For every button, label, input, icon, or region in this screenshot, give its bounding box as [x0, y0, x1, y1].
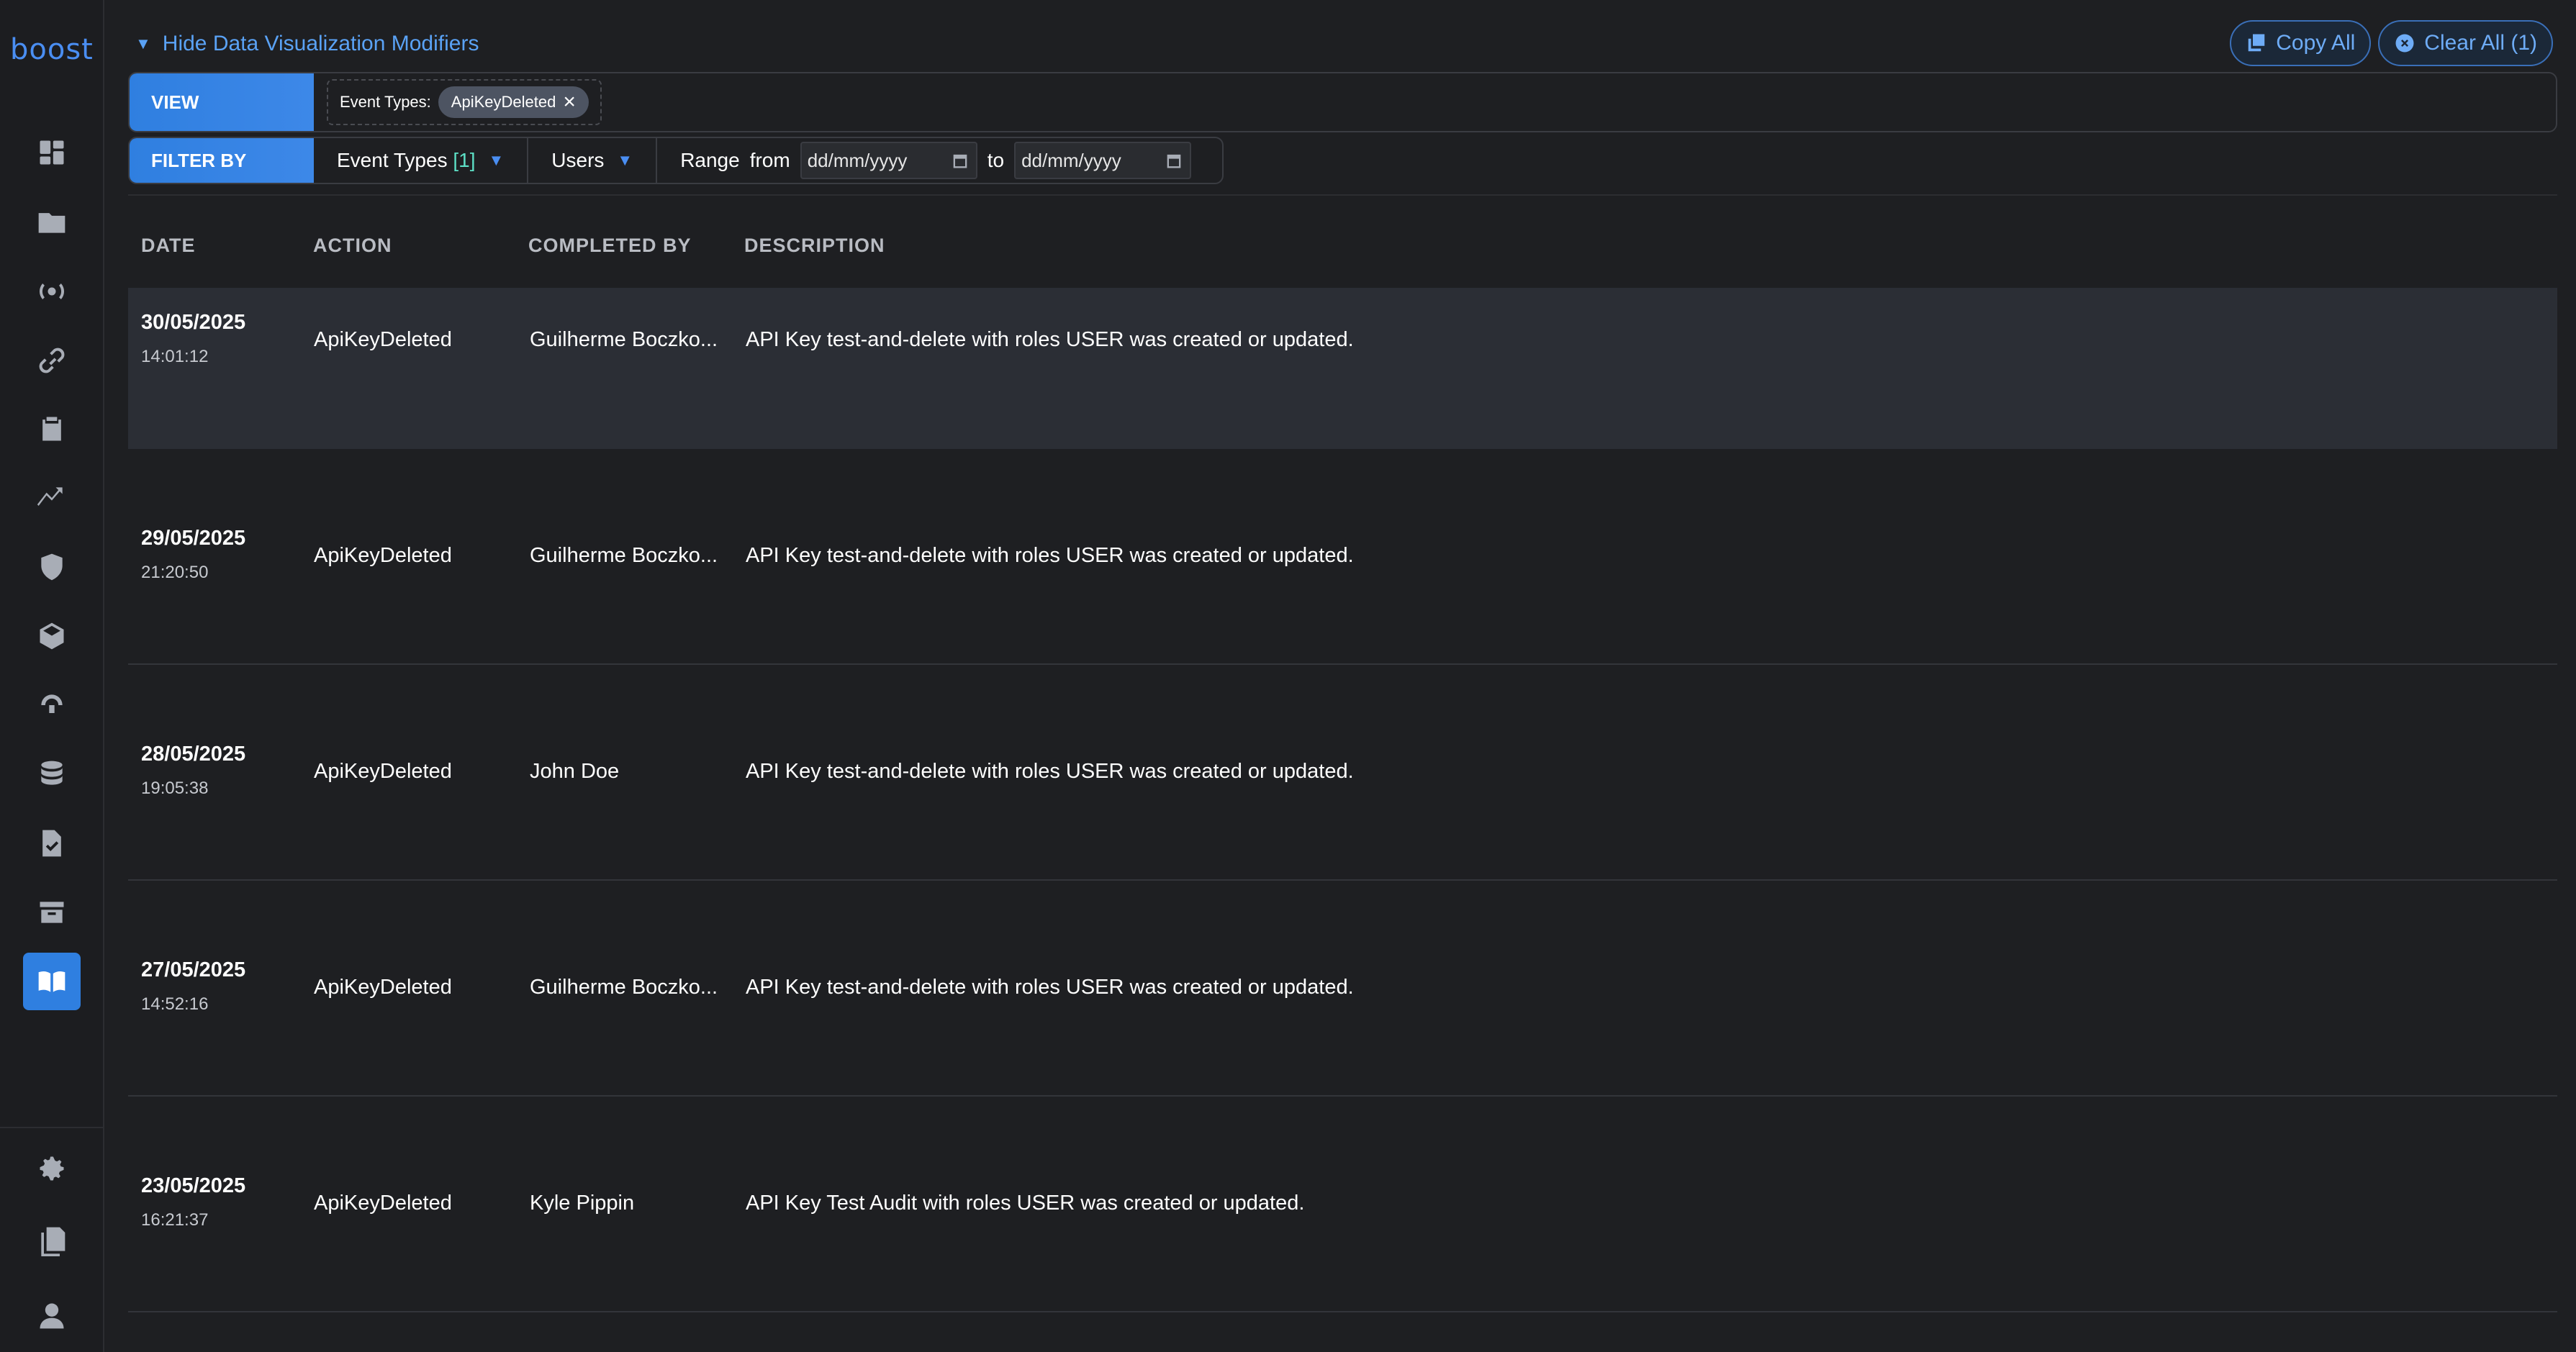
table-row[interactable]: 28/05/2025 19:05:38 ApiKeyDeleted John D…	[128, 665, 2557, 881]
copy-all-button[interactable]: Copy All	[2230, 20, 2372, 66]
toggle-label: Hide Data Visualization Modifiers	[162, 32, 479, 55]
row-date: 29/05/2025	[141, 527, 246, 550]
dashboard-icon[interactable]	[26, 127, 78, 178]
trend-icon[interactable]	[26, 472, 78, 524]
table-header: DATE ACTION COMPLETED BY DESCRIPTION	[128, 235, 2557, 271]
row-time: 14:01:12	[141, 347, 209, 366]
to-label: to	[987, 149, 1005, 171]
event-type-chip: ApiKeyDeleted ×	[438, 86, 589, 118]
table-body: 30/05/2025 14:01:12 ApiKeyDeleted Guilhe…	[128, 288, 2557, 1312]
copy-icon	[2248, 34, 2265, 52]
row-action: ApiKeyDeleted	[314, 976, 452, 999]
event-types-label: Event Types	[337, 149, 448, 171]
column-header-description[interactable]: DESCRIPTION	[744, 235, 885, 257]
top-actions: Copy All Clear All (1)	[2230, 20, 2553, 66]
main-content: ▼ Hide Data Visualization Modifiers Copy…	[128, 0, 2557, 1352]
database-icon[interactable]	[26, 748, 78, 800]
range-label: Range	[680, 149, 740, 171]
row-date: 27/05/2025	[141, 958, 246, 981]
chevron-down-icon: ▼	[488, 151, 505, 169]
triangle-down-icon: ▼	[135, 35, 151, 53]
row-date: 30/05/2025	[141, 311, 246, 334]
close-circle-icon	[2395, 34, 2414, 53]
users-dropdown[interactable]: Users ▼	[528, 138, 658, 183]
chip-value: ApiKeyDeleted	[451, 93, 556, 111]
row-time: 19:05:38	[141, 779, 209, 798]
row-completed-by: Guilherme Boczko...	[530, 976, 718, 999]
hide-modifiers-toggle[interactable]: ▼ Hide Data Visualization Modifiers	[135, 32, 479, 56]
broadcast-icon[interactable]	[26, 266, 78, 317]
row-date: 23/05/2025	[141, 1174, 246, 1197]
view-bar: VIEW Event Types: ApiKeyDeleted ×	[128, 72, 2557, 132]
calendar-icon	[953, 154, 967, 168]
brain-icon[interactable]	[26, 679, 78, 731]
row-action: ApiKeyDeleted	[314, 760, 452, 783]
clear-all-label: Clear All (1)	[2424, 31, 2537, 55]
app-logo: boost	[10, 33, 94, 66]
file-check-icon[interactable]	[26, 817, 78, 869]
row-action: ApiKeyDeleted	[314, 544, 452, 567]
users-label: Users	[551, 149, 605, 171]
row-action: ApiKeyDeleted	[314, 328, 452, 351]
table-row[interactable]: 23/05/2025 16:21:37 ApiKeyDeleted Kyle P…	[128, 1097, 2557, 1312]
copy-all-label: Copy All	[2276, 31, 2356, 55]
column-header-date[interactable]: DATE	[141, 235, 196, 257]
table-row[interactable]: 27/05/2025 14:52:16 ApiKeyDeleted Guilhe…	[128, 881, 2557, 1097]
table-row[interactable]: 30/05/2025 14:01:12 ApiKeyDeleted Guilhe…	[128, 288, 2557, 449]
row-description: API Key test-and-delete with roles USER …	[746, 760, 1354, 783]
link-icon[interactable]	[26, 335, 78, 386]
row-description: API Key test-and-delete with roles USER …	[746, 328, 1354, 351]
to-date-input[interactable]: dd/mm/yyyy	[1014, 142, 1192, 179]
clear-all-button[interactable]: Clear All (1)	[2378, 20, 2553, 66]
row-time: 14:52:16	[141, 994, 209, 1014]
row-description: API Key test-and-delete with roles USER …	[746, 544, 1354, 567]
to-date-placeholder: dd/mm/yyyy	[1021, 149, 1121, 171]
calendar-icon	[1167, 154, 1181, 168]
chip-group-label: Event Types:	[340, 93, 431, 111]
divider	[128, 194, 2557, 196]
row-date: 28/05/2025	[141, 743, 246, 766]
row-time: 21:20:50	[141, 563, 209, 582]
column-header-completed-by[interactable]: COMPLETED BY	[528, 235, 692, 257]
from-label: from	[749, 149, 790, 171]
event-types-dropdown[interactable]: Event Types [1] ▼	[314, 138, 529, 183]
gear-icon[interactable]	[26, 1143, 78, 1194]
event-types-chip-group: Event Types: ApiKeyDeleted ×	[327, 79, 602, 125]
row-time: 16:21:37	[141, 1210, 209, 1230]
filter-label: FILTER BY	[130, 138, 314, 183]
folder-icon[interactable]	[26, 196, 78, 248]
filter-bar: FILTER BY Event Types [1] ▼ Users ▼ Rang…	[128, 137, 1224, 184]
remove-chip-icon[interactable]: ×	[563, 91, 576, 113]
clipboard-icon[interactable]	[26, 403, 78, 455]
user-icon[interactable]	[26, 1289, 78, 1341]
date-range: Range from dd/mm/yyyy to dd/mm/yyyy	[657, 138, 1204, 183]
row-completed-by: John Doe	[530, 760, 620, 783]
row-description: API Key test-and-delete with roles USER …	[746, 976, 1354, 999]
sidebar: boost	[0, 0, 104, 1352]
archive-icon[interactable]	[26, 886, 78, 938]
book-icon[interactable]	[23, 953, 81, 1010]
shield-icon[interactable]	[26, 541, 78, 593]
documents-icon[interactable]	[26, 1215, 78, 1266]
row-action: ApiKeyDeleted	[314, 1192, 452, 1215]
from-date-input[interactable]: dd/mm/yyyy	[800, 142, 977, 179]
chevron-down-icon: ▼	[617, 151, 633, 169]
cube-icon[interactable]	[26, 610, 78, 662]
sidebar-divider	[0, 1127, 103, 1128]
column-header-action[interactable]: ACTION	[313, 235, 392, 257]
table-row[interactable]: 29/05/2025 21:20:50 ApiKeyDeleted Guilhe…	[128, 449, 2557, 665]
row-completed-by: Guilherme Boczko...	[530, 328, 718, 351]
from-date-placeholder: dd/mm/yyyy	[807, 149, 908, 171]
row-completed-by: Guilherme Boczko...	[530, 544, 718, 567]
event-types-count: [1]	[453, 149, 476, 171]
row-description: API Key Test Audit with roles USER was c…	[746, 1192, 1305, 1215]
view-label: VIEW	[130, 73, 314, 131]
row-completed-by: Kyle Pippin	[530, 1192, 635, 1215]
